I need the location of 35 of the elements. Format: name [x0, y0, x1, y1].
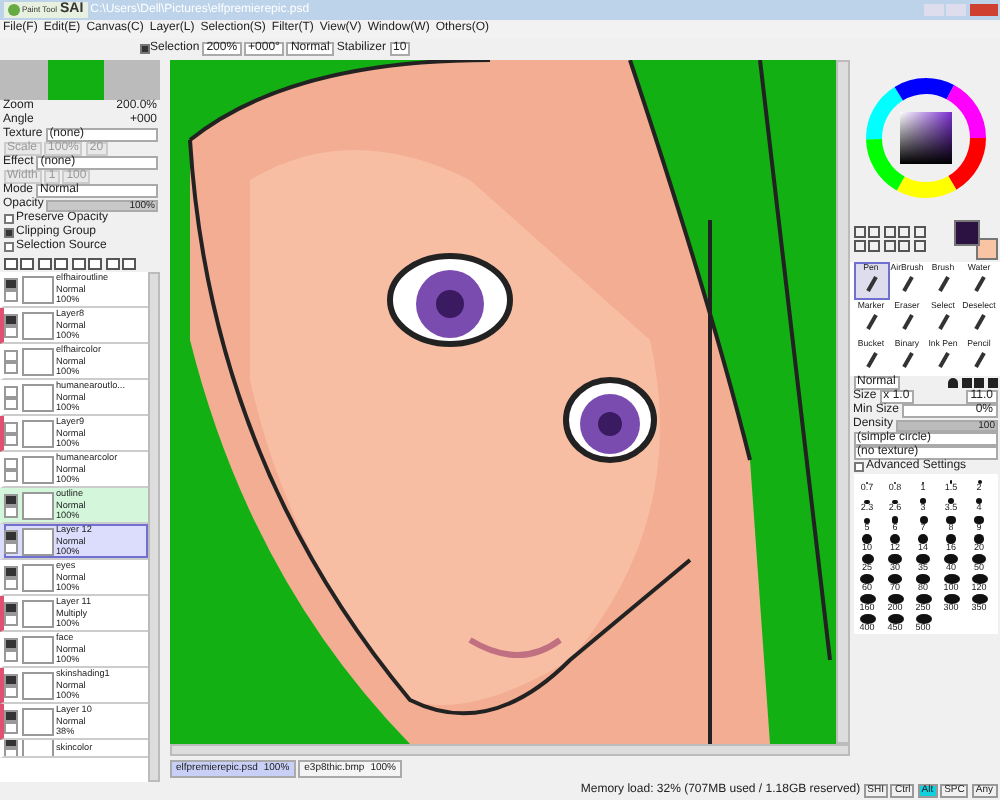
visibility-toggle[interactable] [4, 421, 18, 433]
layer-thumbnail [21, 671, 53, 699]
brush-icon [973, 313, 985, 330]
brush-icon [901, 351, 913, 368]
brush-icon [973, 351, 985, 368]
brush-icon [937, 313, 949, 330]
brush-icon [901, 275, 913, 292]
horizontal-scrollbar[interactable] [170, 744, 850, 756]
brush-icon [973, 275, 985, 292]
color-wheel[interactable] [863, 76, 987, 200]
layer-scrollbar[interactable] [148, 272, 160, 782]
layer-thumbnail [21, 599, 53, 627]
layer-thumbnail [21, 347, 53, 375]
brush-icon [865, 275, 877, 292]
layer-thumbnail [21, 563, 53, 591]
layer-thumbnail [21, 275, 53, 303]
layer-thumbnail [21, 311, 53, 339]
layer-thumbnail [21, 491, 53, 519]
visibility-toggle[interactable] [4, 457, 18, 469]
layer-thumbnail [21, 635, 53, 663]
brush-icon [937, 275, 949, 292]
layer-thumbnail [21, 419, 53, 447]
brush-icon [901, 313, 913, 330]
layer-thumbnail [21, 383, 53, 411]
visibility-toggle[interactable] [4, 385, 18, 397]
vertical-scrollbar[interactable] [836, 60, 850, 744]
layer-thumbnail [21, 527, 53, 555]
layer-thumbnail [21, 707, 53, 735]
brush-icon [865, 351, 877, 368]
layer-thumbnail [21, 455, 53, 483]
close-button[interactable] [969, 4, 997, 16]
brush-icon [937, 351, 949, 368]
visibility-toggle[interactable] [4, 349, 18, 361]
foreground-color-swatch[interactable] [953, 219, 979, 245]
brush-icon [865, 313, 877, 330]
